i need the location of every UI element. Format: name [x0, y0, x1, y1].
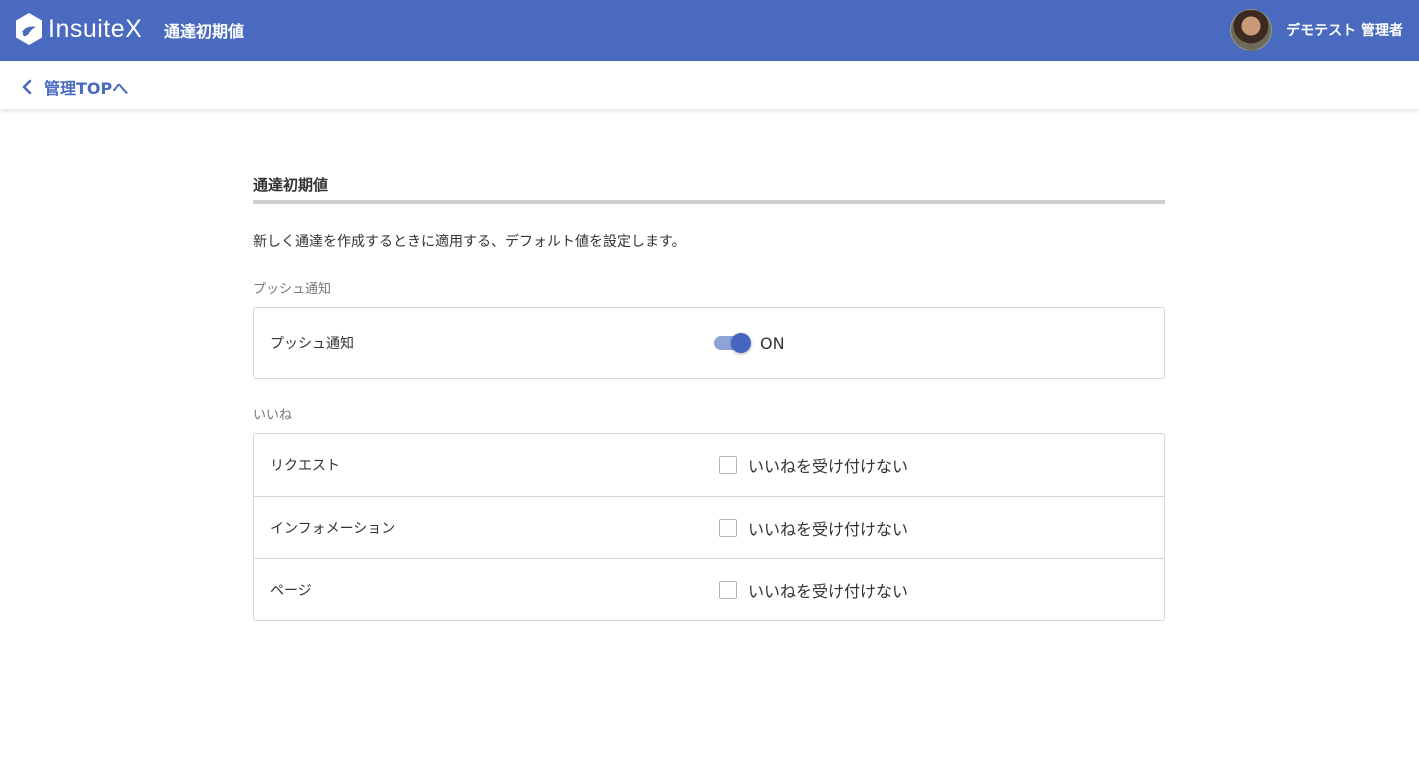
disable-likes-checkbox[interactable]: [719, 580, 737, 599]
push-settings-card: プッシュ通知 ON: [253, 307, 1165, 379]
chevron-left-icon: [22, 79, 32, 95]
disable-likes-information[interactable]: いいねを受け付けない: [719, 516, 908, 540]
likes-row-label: リクエスト: [270, 458, 340, 474]
section-title: 通達初期値: [253, 174, 1165, 204]
settings-content: 通達初期値 新しく通達を作成するときに適用する、デフォルト値を設定します。 プッ…: [253, 174, 1165, 621]
disable-likes-label[interactable]: いいねを受け付けない: [748, 578, 908, 602]
toggle-state-label: ON: [760, 333, 785, 353]
disable-likes-checkbox[interactable]: [719, 456, 737, 474]
push-notification-label: プッシュ通知: [270, 336, 354, 352]
push-notification-toggle[interactable]: ON: [714, 333, 785, 353]
push-notification-row: プッシュ通知 ON: [254, 308, 1164, 378]
push-group-label: プッシュ通知: [253, 282, 332, 297]
likes-row-label: インフォメーション: [270, 520, 396, 537]
disable-likes-label[interactable]: いいねを受け付けない: [748, 453, 908, 477]
disable-likes-checkbox[interactable]: [719, 518, 737, 537]
back-to-admin-top-link[interactable]: 管理TOPへ: [20, 75, 128, 99]
likes-settings-card: リクエスト いいねを受け付けない インフォメーション いいねを受け付けない ペー…: [253, 433, 1165, 621]
back-link-label: 管理TOPへ: [44, 79, 129, 98]
sub-navigation: 管理TOPへ: [0, 61, 1419, 109]
user-name: デモテスト 管理者: [1286, 23, 1403, 39]
insuitex-logo-icon: [16, 13, 42, 45]
avatar[interactable]: [1230, 9, 1273, 51]
user-menu[interactable]: デモテスト 管理者: [1230, 9, 1403, 51]
brand-name: InsuiteX: [48, 14, 143, 43]
brand-logo[interactable]: InsuiteX: [14, 12, 142, 46]
likes-group-label: いいね: [253, 408, 293, 423]
disable-likes-page[interactable]: いいねを受け付けない: [719, 578, 908, 602]
likes-row-page: ページ いいねを受け付けない: [254, 558, 1164, 620]
likes-row-information: インフォメーション いいねを受け付けない: [254, 496, 1164, 558]
toggle-track[interactable]: [714, 333, 751, 353]
disable-likes-label[interactable]: いいねを受け付けない: [748, 516, 908, 540]
page-title: 通達初期値: [164, 22, 245, 41]
likes-row-label: ページ: [270, 582, 312, 599]
likes-row-request: リクエスト いいねを受け付けない: [254, 434, 1164, 496]
section-description: 新しく通達を作成するときに適用する、デフォルト値を設定します。: [253, 234, 686, 250]
app-header: InsuiteX 通達初期値 デモテスト 管理者: [0, 0, 1419, 61]
disable-likes-request[interactable]: いいねを受け付けない: [719, 453, 908, 477]
toggle-thumb[interactable]: [731, 333, 751, 353]
